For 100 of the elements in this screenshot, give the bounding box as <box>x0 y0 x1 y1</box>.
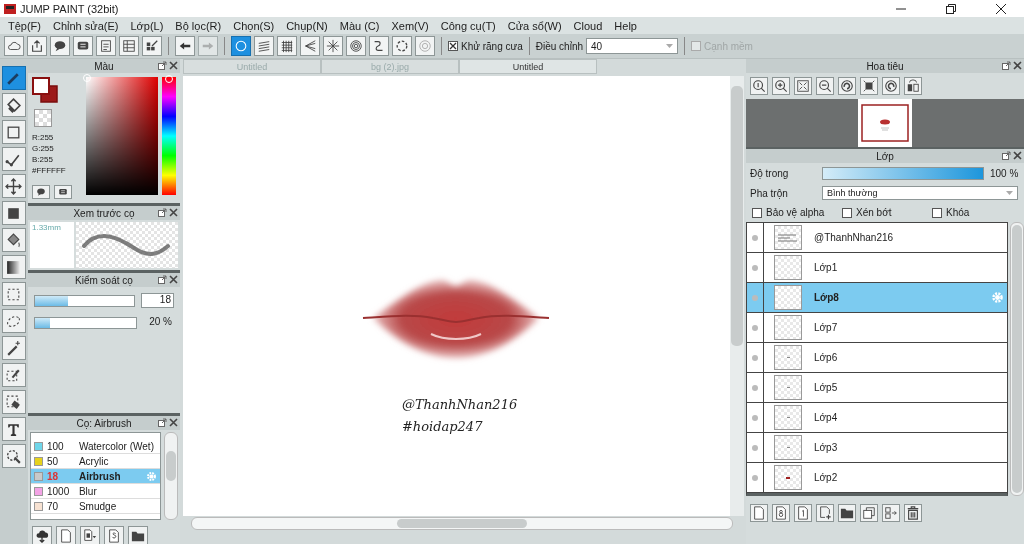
popout-icon[interactable] <box>1002 61 1011 70</box>
layer-button[interactable] <box>838 504 856 522</box>
layer-row[interactable]: Lớp8 <box>747 283 1007 313</box>
layer-row[interactable]: Lớp7 <box>747 313 1007 343</box>
scrollbar[interactable] <box>1010 222 1024 496</box>
menu-item[interactable]: Cửa sổ(W) <box>501 19 568 32</box>
visibility-dot[interactable] <box>752 264 758 271</box>
tool-button[interactable] <box>1 336 26 360</box>
color-field[interactable] <box>85 77 159 195</box>
menu-item[interactable]: Help <box>608 19 643 32</box>
background-color-swatch[interactable] <box>40 85 58 103</box>
checkbox[interactable] <box>932 207 942 218</box>
layer-row[interactable]: Lớp6 <box>747 343 1007 373</box>
tool-button[interactable] <box>1 201 26 225</box>
close-icon[interactable] <box>168 61 178 70</box>
adjust-dropdown[interactable]: 40 <box>586 38 679 54</box>
layer-button[interactable] <box>750 504 768 522</box>
navigator-button[interactable] <box>794 77 812 95</box>
close-icon[interactable] <box>168 275 178 284</box>
scrollbar[interactable] <box>164 432 178 520</box>
tool-button[interactable] <box>1 417 26 441</box>
palette-button[interactable] <box>31 185 50 199</box>
menu-item[interactable]: Công cụ(T) <box>434 19 502 32</box>
tool-button[interactable] <box>1 174 26 198</box>
navigator-button[interactable] <box>904 77 922 95</box>
transparent-swatch[interactable] <box>33 109 52 127</box>
brush-tool-button[interactable] <box>103 526 124 544</box>
tool-button[interactable] <box>1 93 26 117</box>
menu-item[interactable]: Tệp(F) <box>2 19 47 32</box>
menu-item[interactable]: Lớp(L) <box>124 19 170 32</box>
menu-item[interactable]: Màu (C) <box>333 19 386 32</box>
brush-item[interactable]: 70 Smudge <box>30 499 161 514</box>
toolbar-button[interactable] <box>4 36 24 56</box>
close-icon[interactable] <box>1013 61 1022 70</box>
tool-button[interactable] <box>1 255 26 279</box>
ruler-button[interactable] <box>369 36 389 56</box>
layer-button[interactable] <box>904 504 922 522</box>
canvas[interactable]: @ThanhNhan216 #hoidap247 <box>182 76 730 516</box>
toolbar-button[interactable] <box>27 36 47 56</box>
checkbox[interactable] <box>448 41 458 51</box>
scrollbar[interactable] <box>730 76 744 516</box>
menu-item[interactable]: Chọn(S) <box>227 19 281 32</box>
palette-button[interactable] <box>53 185 72 199</box>
tool-button[interactable] <box>1 228 26 252</box>
layer-row[interactable]: Lớp4 <box>747 403 1007 433</box>
visibility-dot[interactable] <box>752 234 758 241</box>
layer-row[interactable]: Lớp3 <box>747 433 1007 463</box>
layer-button[interactable] <box>860 504 878 522</box>
blend-dropdown[interactable]: Bình thường <box>822 186 1018 200</box>
toolbar-button[interactable] <box>96 36 116 56</box>
close-icon[interactable] <box>168 418 178 427</box>
layer-button[interactable] <box>882 504 900 522</box>
ruler-button[interactable] <box>346 36 366 56</box>
menu-item[interactable]: Xem(V) <box>385 19 435 32</box>
value-field[interactable]: 18 <box>141 293 174 308</box>
menu-item[interactable]: Chỉnh sửa(E) <box>47 19 125 32</box>
layer-button[interactable] <box>772 504 790 522</box>
brush-tool-button[interactable] <box>79 526 100 544</box>
ruler-button[interactable] <box>277 36 297 56</box>
tool-button[interactable] <box>1 363 26 387</box>
visibility-dot[interactable] <box>752 444 758 451</box>
menu-item[interactable]: Cloud <box>567 19 609 32</box>
close-icon[interactable] <box>1013 151 1022 160</box>
brush-tool-button[interactable] <box>55 526 76 544</box>
navigator-button[interactable] <box>838 77 856 95</box>
toolbar-button[interactable] <box>50 36 70 56</box>
popout-icon[interactable] <box>157 275 167 284</box>
layer-button[interactable] <box>794 504 812 522</box>
menu-item[interactable]: Chụp(N) <box>280 19 334 32</box>
checkbox[interactable] <box>752 207 762 218</box>
brush-item[interactable]: 1000 Blur <box>30 484 161 499</box>
visibility-dot[interactable] <box>752 414 758 421</box>
ruler-button[interactable] <box>231 36 251 56</box>
navigator-button[interactable] <box>816 77 834 95</box>
toolbar-button[interactable] <box>73 36 93 56</box>
popout-icon[interactable] <box>157 208 167 217</box>
layer-button[interactable] <box>816 504 834 522</box>
toolbar-button[interactable] <box>142 36 162 56</box>
ruler-button[interactable] <box>300 36 320 56</box>
layer-row[interactable]: Lớp5 <box>747 373 1007 403</box>
opacity-slider[interactable] <box>823 167 983 179</box>
ruler-button[interactable] <box>392 36 412 56</box>
tool-button[interactable] <box>1 444 26 468</box>
tool-button[interactable] <box>1 120 26 144</box>
visibility-dot[interactable] <box>752 354 758 361</box>
checkbox[interactable] <box>842 207 852 218</box>
ruler-button[interactable] <box>323 36 343 56</box>
brush-tool-button[interactable] <box>31 526 52 544</box>
layer-row[interactable]: @ThanhNhan216 <box>747 223 1007 253</box>
popout-icon[interactable] <box>1002 151 1011 160</box>
visibility-dot[interactable] <box>752 384 758 391</box>
brush-tool-button[interactable] <box>127 526 148 544</box>
brush-item[interactable]: 100 Watercolor (Wet) <box>30 439 161 454</box>
brush-item[interactable]: 18 Airbrush <box>30 469 161 484</box>
close-icon[interactable] <box>168 208 178 217</box>
popout-icon[interactable] <box>157 418 167 427</box>
document-tab[interactable]: Untitled <box>458 59 597 74</box>
slider-track[interactable] <box>33 316 137 329</box>
tool-button[interactable] <box>1 147 26 171</box>
navigator-button[interactable] <box>750 77 768 95</box>
